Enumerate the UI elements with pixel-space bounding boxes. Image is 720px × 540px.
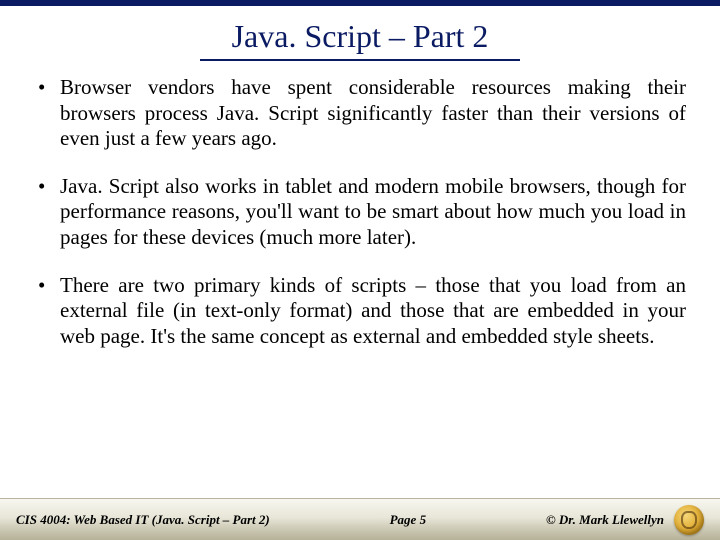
footer-course: CIS 4004: Web Based IT (Java. Script – P…	[16, 512, 270, 528]
bullet-item: There are two primary kinds of scripts –…	[34, 273, 686, 350]
bullet-item: Browser vendors have spent considerable …	[34, 75, 686, 152]
footer-page: Page 5	[270, 512, 546, 528]
slide-title: Java. Script – Part 2	[0, 18, 720, 55]
university-seal-icon	[674, 505, 704, 535]
slide-content: Browser vendors have spent considerable …	[0, 75, 720, 349]
footer-bar: CIS 4004: Web Based IT (Java. Script – P…	[0, 498, 720, 540]
title-underline	[200, 59, 520, 61]
footer-author: © Dr. Mark Llewellyn	[546, 512, 664, 528]
bullet-item: Java. Script also works in tablet and mo…	[34, 174, 686, 251]
slide: Java. Script – Part 2 Browser vendors ha…	[0, 0, 720, 540]
bullet-list: Browser vendors have spent considerable …	[34, 75, 686, 349]
footer-author-block: © Dr. Mark Llewellyn	[546, 505, 704, 535]
